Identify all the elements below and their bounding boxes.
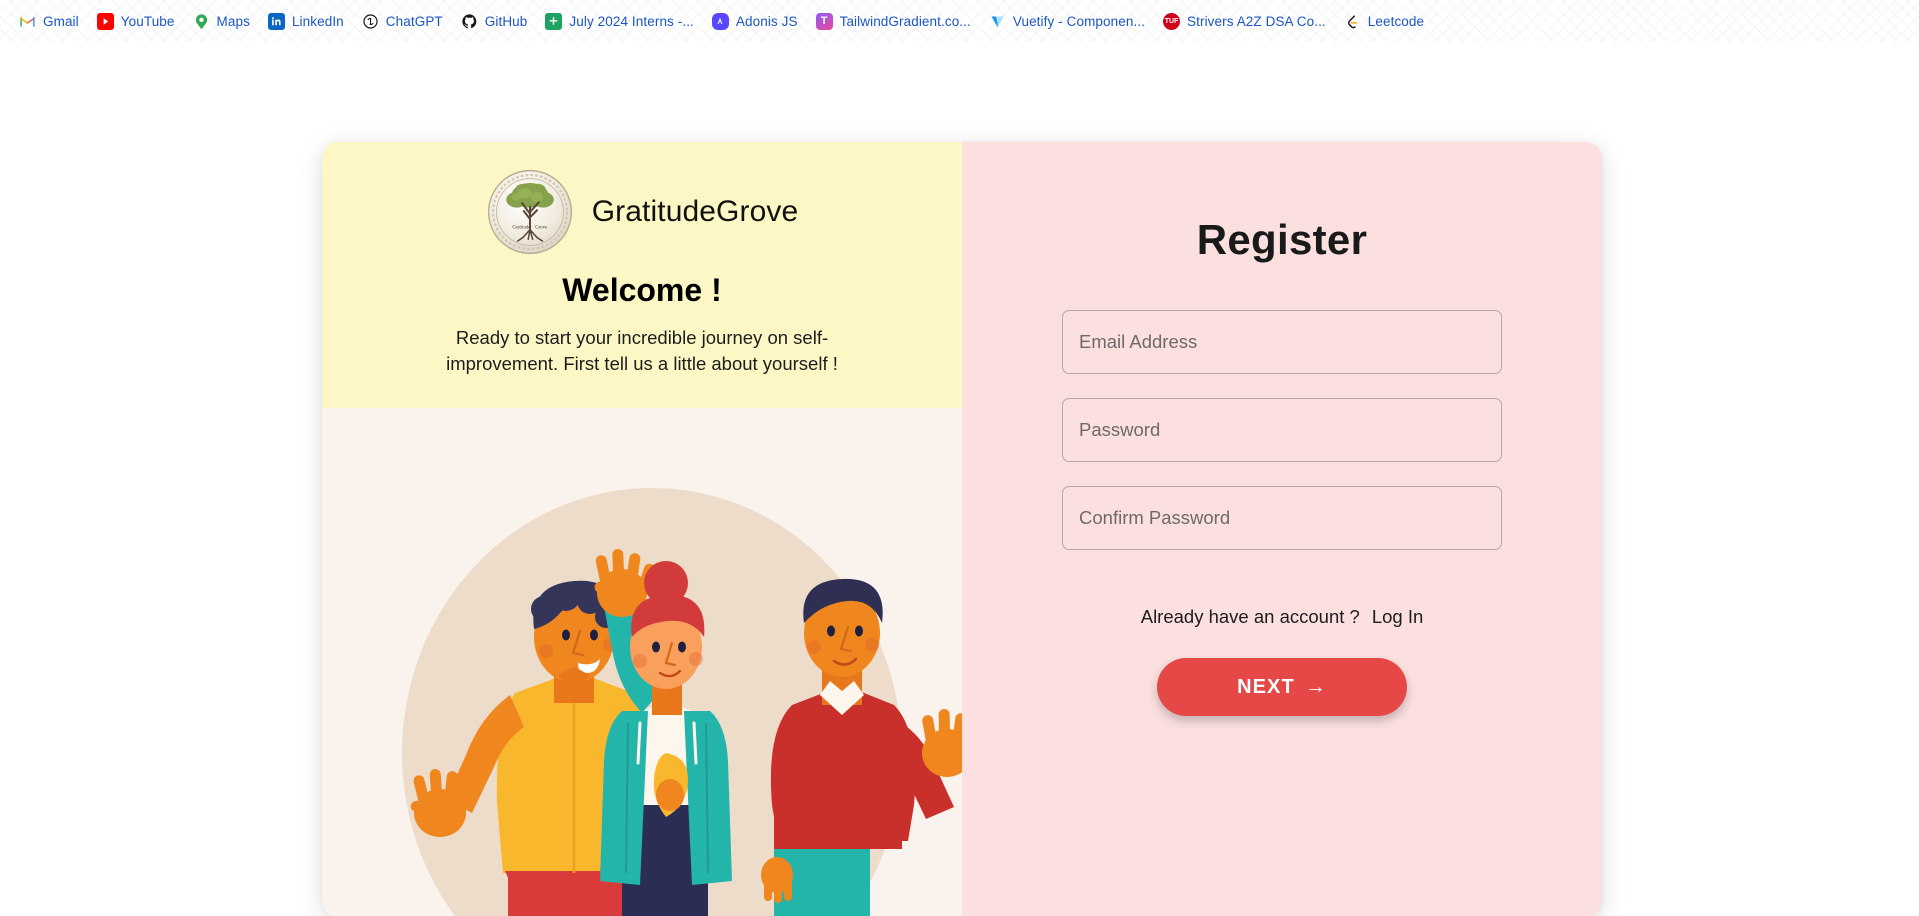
bookmark-label: ChatGPT [385,13,443,29]
have-account-text: Already have an account ? [1140,606,1360,627]
next-button-label: NEXT [1237,675,1295,698]
bookmark-label: Adonis JS [735,13,798,29]
bookmark-maps[interactable]: Maps [184,9,259,34]
google-maps-icon [193,13,210,30]
welcome-panel: Gratitude Grove GratitudeGrove Welcome !… [322,142,962,916]
password-field[interactable] [1062,398,1502,462]
linkedin-icon [267,12,285,30]
takeuforward-icon: TUF [1163,12,1181,30]
page-title: Register [1196,216,1368,263]
bookmark-label: Vuetify - Componen... [1012,13,1146,29]
bookmark-july-2024-interns[interactable]: July 2024 Interns -... [536,9,703,34]
brand-row: Gratitude Grove GratitudeGrove [374,168,910,256]
tailwindgradient-icon: T [815,12,833,30]
next-button[interactable]: NEXT → [1157,658,1407,716]
bookmark-label: Gmail [43,13,79,29]
youtube-icon [96,12,114,30]
welcome-title: Welcome ! [562,272,722,308]
bookmark-tailwindgradient[interactable]: T TailwindGradient.co... [807,9,980,34]
leetcode-icon [1344,13,1361,30]
bookmark-label: Leetcode [1367,13,1425,29]
bookmark-strivers-a2z-dsa[interactable]: TUF Strivers A2Z DSA Co... [1154,9,1335,34]
bookmark-gmail[interactable]: Gmail [10,9,88,34]
illustration-container [322,407,962,916]
bookmark-youtube[interactable]: YouTube [88,9,184,34]
bookmark-adonis-js[interactable]: Adonis JS [703,9,807,34]
bookmark-label: YouTube [120,13,175,29]
gratitude-grove-tree-logo: Gratitude Grove [487,169,572,255]
three-people-waving-illustration [402,488,962,916]
chatgpt-icon [362,13,379,30]
page-viewport: Gratitude Grove GratitudeGrove Welcome !… [0,42,1919,916]
logo-caption-left: Gratitude [512,226,530,231]
welcome-subtitle: Ready to start your incredible journey o… [446,327,838,375]
logo-caption-right: Grove [535,226,547,231]
bookmark-linkedin[interactable]: LinkedIn [259,9,353,34]
bookmark-label: TailwindGradient.co... [839,13,971,29]
browser-bookmarks-bar: Gmail YouTube Maps LinkedIn ChatGPT GitH… [0,0,1919,42]
adonisjs-icon [711,12,729,30]
bookmark-label: July 2024 Interns -... [569,13,694,29]
register-form-panel: Register Already have an account ? Log I… [962,142,1602,916]
bookmark-label: Strivers A2Z DSA Co... [1187,13,1326,29]
bookmark-label: LinkedIn [291,13,344,29]
bookmark-leetcode[interactable]: Leetcode [1335,9,1433,34]
confirm-password-field[interactable] [1062,486,1502,550]
welcome-panel-header: Gratitude Grove GratitudeGrove Welcome !… [322,142,962,408]
login-link[interactable]: Log In [1372,606,1423,628]
email-field[interactable] [1062,310,1502,374]
bookmark-label: GitHub [484,13,528,29]
bookmark-label: Maps [216,13,250,29]
bookmark-vuetify[interactable]: Vuetify - Componen... [980,9,1154,34]
have-account-row: Already have an account ? Log In [1141,606,1424,628]
bookmark-github[interactable]: GitHub [452,9,537,34]
bookmark-chatgpt[interactable]: ChatGPT [353,9,452,34]
google-sheets-icon [545,12,563,30]
arrow-right-icon: → [1304,675,1327,698]
gmail-icon [19,13,36,30]
brand-name: GratitudeGrove [591,195,799,228]
register-card: Gratitude Grove GratitudeGrove Welcome !… [322,142,1602,916]
github-icon [461,13,478,30]
vuetify-icon [989,13,1006,30]
